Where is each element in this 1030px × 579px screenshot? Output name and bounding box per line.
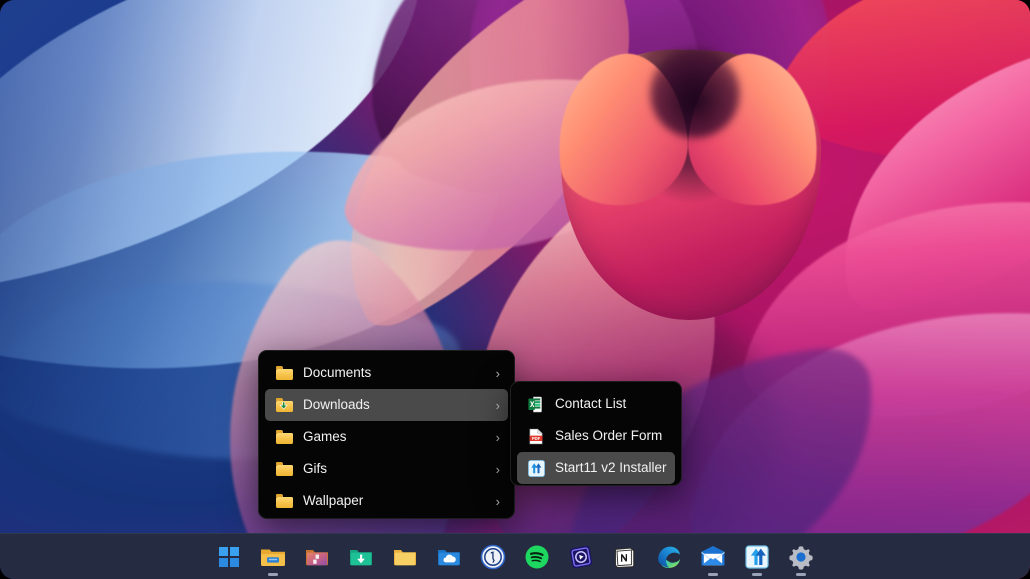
chevron-right-icon: › — [496, 367, 500, 380]
submenu-item-sales-order-form[interactable]: PDF Sales Order Form — [517, 420, 675, 452]
taskbar-downloads-folder[interactable] — [339, 536, 383, 578]
windows-logo-icon — [214, 542, 244, 572]
taskbar-start11[interactable] — [735, 536, 779, 578]
wallpaper-petal — [470, 0, 830, 220]
taskbar-pictures-folder[interactable] — [295, 536, 339, 578]
folder-icon — [275, 364, 293, 382]
1password-icon — [478, 542, 508, 572]
menu-item-downloads[interactable]: Downloads › — [265, 389, 508, 421]
taskbar-notion[interactable] — [603, 536, 647, 578]
submenu-item-contact-list[interactable]: Contact List — [517, 388, 675, 420]
taskbar-start-button[interactable] — [207, 536, 251, 578]
taskbar-settings[interactable] — [779, 536, 823, 578]
chevron-right-icon: › — [496, 431, 500, 444]
wallpaper-petal — [268, 0, 711, 336]
wallpaper-petal — [0, 0, 458, 298]
spotify-icon — [522, 542, 552, 572]
menu-item-label: Games — [303, 430, 488, 444]
start11-app-icon — [742, 542, 772, 572]
folder-icon — [275, 492, 293, 510]
chevron-right-icon: › — [496, 399, 500, 412]
taskbar-onedrive-folder[interactable] — [427, 536, 471, 578]
folder-icon — [275, 460, 293, 478]
running-indicator — [796, 573, 806, 576]
wallpaper-petal — [737, 143, 1030, 476]
settings-gear-icon — [786, 542, 816, 572]
wallpaper-heart-petal — [555, 46, 824, 325]
excel-file-icon — [527, 395, 545, 413]
running-indicator — [268, 573, 278, 576]
mail-envelope-icon — [698, 542, 728, 572]
wallpaper-petal — [339, 27, 681, 303]
media-player-icon — [566, 542, 596, 572]
taskbar-spotify[interactable] — [515, 536, 559, 578]
notion-icon — [610, 542, 640, 572]
wallpaper-shadow — [650, 48, 740, 138]
menu-item-label: Wallpaper — [303, 494, 488, 508]
menu-item-label: Documents — [303, 366, 488, 380]
svg-text:PDF: PDF — [532, 435, 541, 440]
menu-item-label: Downloads — [303, 398, 488, 412]
chevron-right-icon: › — [496, 495, 500, 508]
folder-jumplist-menu: Documents › Downloads › Games — [258, 350, 515, 519]
wallpaper-petal — [766, 0, 1030, 245]
running-indicator — [752, 573, 762, 576]
taskbar-1password[interactable] — [471, 536, 515, 578]
downloads-submenu: Contact List PDF Sales Order Form — [510, 381, 682, 486]
wallpaper-petal — [349, 0, 610, 213]
running-indicator — [708, 573, 718, 576]
edge-icon — [654, 542, 684, 572]
menu-item-wallpaper[interactable]: Wallpaper › — [265, 485, 508, 517]
menu-item-gifs[interactable]: Gifs › — [265, 453, 508, 485]
submenu-item-label: Start11 v2 Installer — [555, 461, 667, 475]
menu-item-documents[interactable]: Documents › — [265, 357, 508, 389]
chevron-right-icon: › — [496, 463, 500, 476]
taskbar-mail[interactable] — [691, 536, 735, 578]
submenu-item-label: Contact List — [555, 397, 667, 411]
desktop-screen: Documents › Downloads › Games — [0, 0, 1030, 579]
taskbar-microsoft-edge[interactable] — [647, 536, 691, 578]
taskbar — [0, 533, 1030, 579]
menu-item-label: Gifs — [303, 462, 488, 476]
pictures-folder-icon — [302, 542, 332, 572]
start11-app-icon — [527, 459, 545, 477]
desktop-wallpaper — [0, 0, 1030, 579]
taskbar-documents-folder[interactable] — [383, 536, 427, 578]
yellow-folder-icon — [390, 542, 420, 572]
wallpaper-heart-petal — [546, 47, 696, 214]
wallpaper-petal — [499, 0, 721, 214]
wallpaper-heart-petal — [680, 47, 830, 214]
folder-icon — [275, 428, 293, 446]
taskbar-file-explorer[interactable] — [251, 536, 295, 578]
wallpaper-petal — [813, 33, 1030, 317]
pdf-file-icon: PDF — [527, 427, 545, 445]
menu-item-games[interactable]: Games › — [265, 421, 508, 453]
submenu-item-start11-installer[interactable]: Start11 v2 Installer — [517, 452, 675, 484]
onedrive-folder-icon — [434, 542, 464, 572]
submenu-item-label: Sales Order Form — [555, 429, 667, 443]
file-explorer-icon — [258, 542, 288, 572]
folder-download-icon — [275, 396, 293, 414]
downloads-folder-icon — [346, 542, 376, 572]
taskbar-groove-music[interactable] — [559, 536, 603, 578]
